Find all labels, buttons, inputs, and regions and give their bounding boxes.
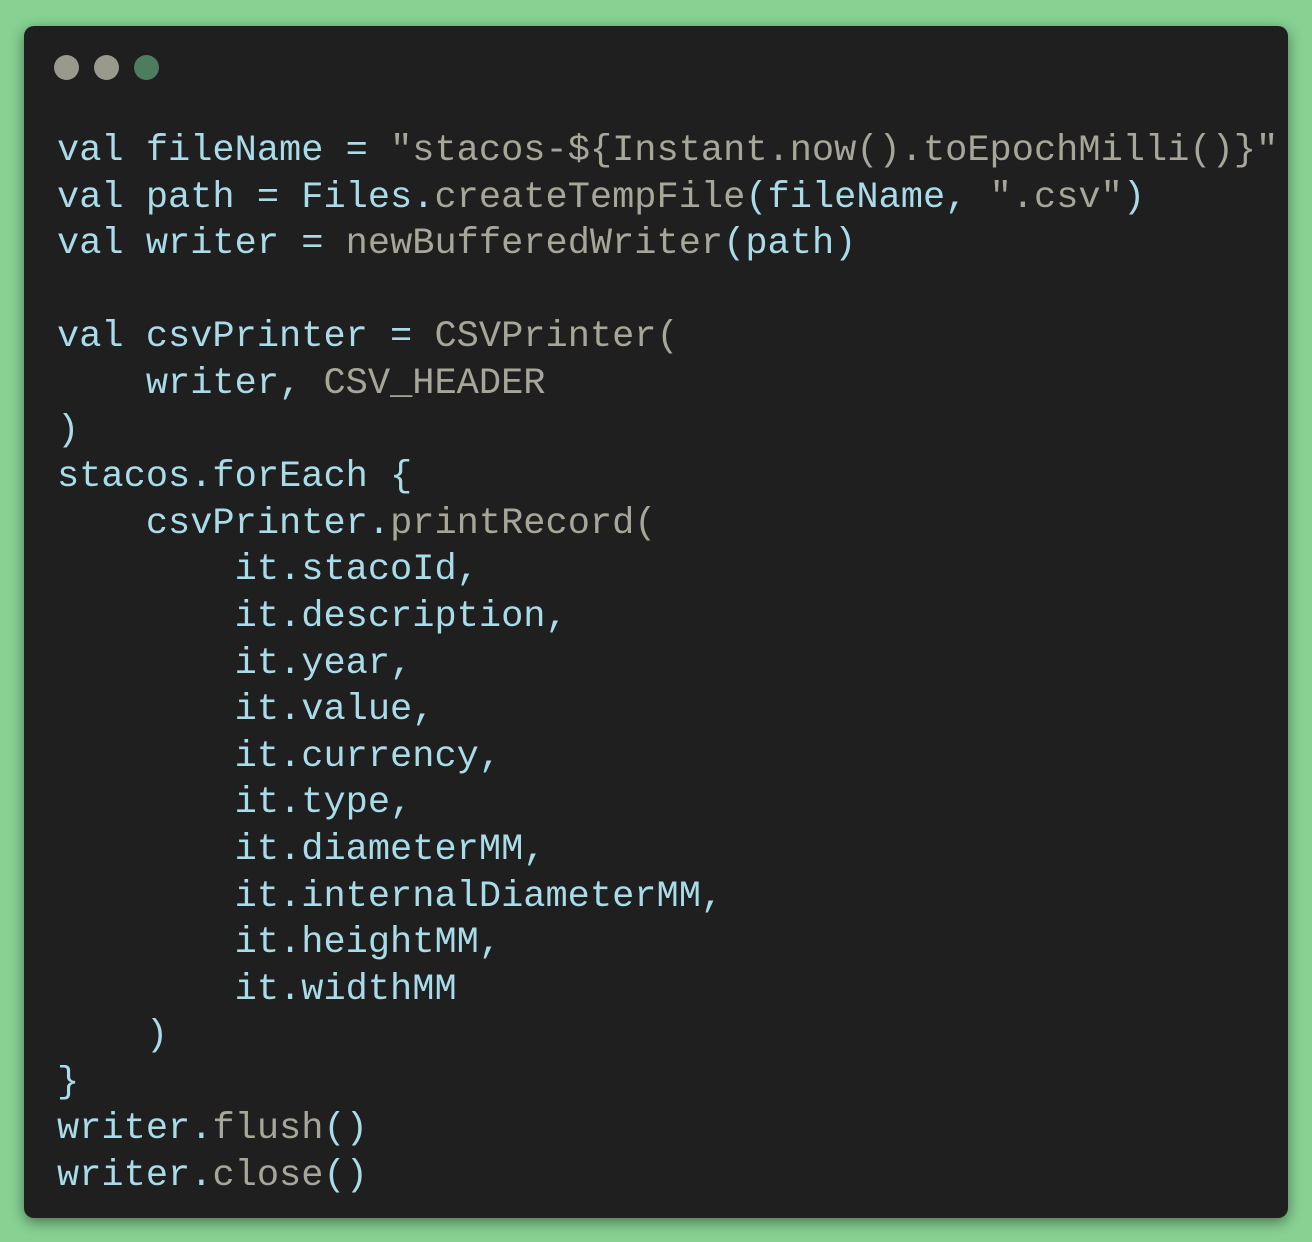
code-token: csvPrinter. (57, 502, 391, 545)
code-line: it.internalDiameterMM, (57, 874, 1278, 921)
code-line: it.description, (57, 594, 1278, 641)
code-token: val path = Files. (57, 176, 435, 219)
code-token: it.internalDiameterMM, (57, 875, 724, 918)
code-token: (path) (723, 223, 857, 266)
code-token: ".csv" (989, 176, 1123, 219)
code-line: writer.close() (57, 1153, 1278, 1200)
code-block: val fileName = "stacos-${Instant.now().t… (57, 128, 1278, 1200)
code-window: val fileName = "stacos-${Instant.now().t… (24, 26, 1288, 1218)
minimize-dot-icon[interactable] (94, 55, 119, 80)
code-token: val csvPrinter = (57, 316, 435, 359)
close-dot-icon[interactable] (54, 55, 79, 80)
code-token: writer. (57, 1155, 213, 1198)
code-line: val path = Files.createTempFile(fileName… (57, 175, 1278, 222)
code-line: val csvPrinter = CSVPrinter( (57, 314, 1278, 361)
code-line: csvPrinter.printRecord( (57, 501, 1278, 548)
code-token: close (212, 1155, 324, 1198)
code-token: writer. (57, 1108, 213, 1151)
code-token: (fileName, (745, 176, 990, 219)
code-token: it.description, (57, 595, 568, 638)
code-token: it.heightMM, (57, 922, 502, 965)
code-token: stacos.forEach { (57, 456, 413, 499)
maximize-dot-icon[interactable] (134, 55, 159, 80)
code-token: it.year, (57, 642, 413, 685)
code-line: writer, CSV_HEADER (57, 361, 1278, 408)
window-controls (54, 55, 159, 80)
code-token: newBufferedWriter (345, 223, 724, 266)
code-line: stacos.forEach { (57, 454, 1278, 501)
code-line: it.type, (57, 780, 1278, 827)
code-token: ) (57, 409, 80, 452)
code-token: CSVPrinter( (434, 316, 679, 359)
code-line: it.stacoId, (57, 547, 1278, 594)
code-token: () (323, 1108, 368, 1151)
code-token: it.type, (57, 782, 413, 825)
code-token: it.currency, (57, 735, 502, 778)
code-line: val writer = newBufferedWriter(path) (57, 221, 1278, 268)
code-token: () (323, 1155, 368, 1198)
code-token: "stacos-${Instant.now().toEpochMilli()}" (390, 130, 1279, 172)
code-line: it.value, (57, 687, 1278, 734)
code-line: ) (57, 408, 1278, 455)
code-token: it.stacoId, (57, 549, 479, 592)
code-token: flush (212, 1108, 324, 1151)
code-line: ) (57, 1013, 1278, 1060)
code-line: it.currency, (57, 734, 1278, 781)
code-line: it.diameterMM, (57, 827, 1278, 874)
code-token: it.diameterMM, (57, 828, 546, 871)
code-token: CSV_HEADER (323, 362, 546, 405)
code-token: writer, (57, 362, 324, 405)
code-line: val fileName = "stacos-${Instant.now().t… (57, 128, 1278, 175)
code-token: } (57, 1061, 80, 1104)
code-line: it.year, (57, 641, 1278, 688)
code-token: ) (1122, 176, 1146, 219)
code-token: it.widthMM (57, 968, 457, 1011)
code-token: ) (57, 1015, 169, 1058)
code-token: it.value, (57, 689, 435, 732)
code-token: printRecord( (390, 502, 657, 545)
code-line: it.heightMM, (57, 920, 1278, 967)
code-token: createTempFile (434, 176, 746, 219)
code-line: it.widthMM (57, 967, 1278, 1014)
code-line: writer.flush() (57, 1106, 1278, 1153)
code-line: } (57, 1060, 1278, 1107)
code-token: val writer = (57, 223, 346, 266)
code-token: val fileName = (57, 130, 391, 172)
